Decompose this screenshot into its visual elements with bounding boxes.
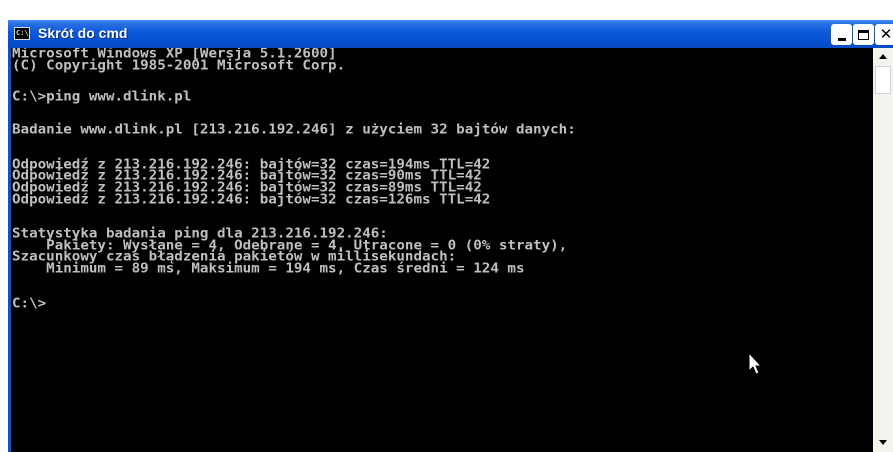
close-icon: ✕ (879, 25, 893, 43)
mouse-pointer-icon (748, 352, 762, 375)
maximize-icon (858, 29, 869, 40)
cmd-window: C:\ Skrót do cmd ✕ Microsoft Windows XP … (8, 20, 893, 452)
console-line: C:\>ping www.dlink.pl (12, 89, 192, 105)
console-output[interactable]: Microsoft Windows XP [Wersja 5.1.2600] (C… (11, 48, 873, 452)
scroll-up-button[interactable] (875, 48, 891, 65)
scroll-down-button[interactable] (875, 434, 891, 451)
arrow-down-icon (879, 440, 887, 445)
minimize-icon (837, 38, 846, 41)
console-line: Badanie www.dlink.pl [213.216.192.246] z… (12, 122, 576, 138)
minimize-button[interactable] (831, 24, 852, 45)
cmd-app-icon[interactable]: C:\ (14, 27, 30, 40)
vertical-scrollbar[interactable] (873, 48, 893, 452)
console-line: Minimum = 89 ms, Maksimum = 194 ms, Czas… (12, 261, 525, 277)
arrow-up-icon (879, 54, 887, 59)
scroll-thumb[interactable] (875, 66, 891, 94)
console-line: (C) Copyright 1985-2001 Microsoft Corp. (12, 58, 346, 74)
window-title: Skrót do cmd (38, 25, 128, 41)
maximize-button[interactable] (853, 24, 874, 45)
console-line: Odpowiedź z 213.216.192.246: bajtów=32 c… (12, 192, 491, 208)
title-bar[interactable]: C:\ Skrót do cmd ✕ (8, 20, 893, 48)
console-line: C:\> (12, 296, 47, 312)
close-button[interactable]: ✕ (875, 24, 893, 45)
